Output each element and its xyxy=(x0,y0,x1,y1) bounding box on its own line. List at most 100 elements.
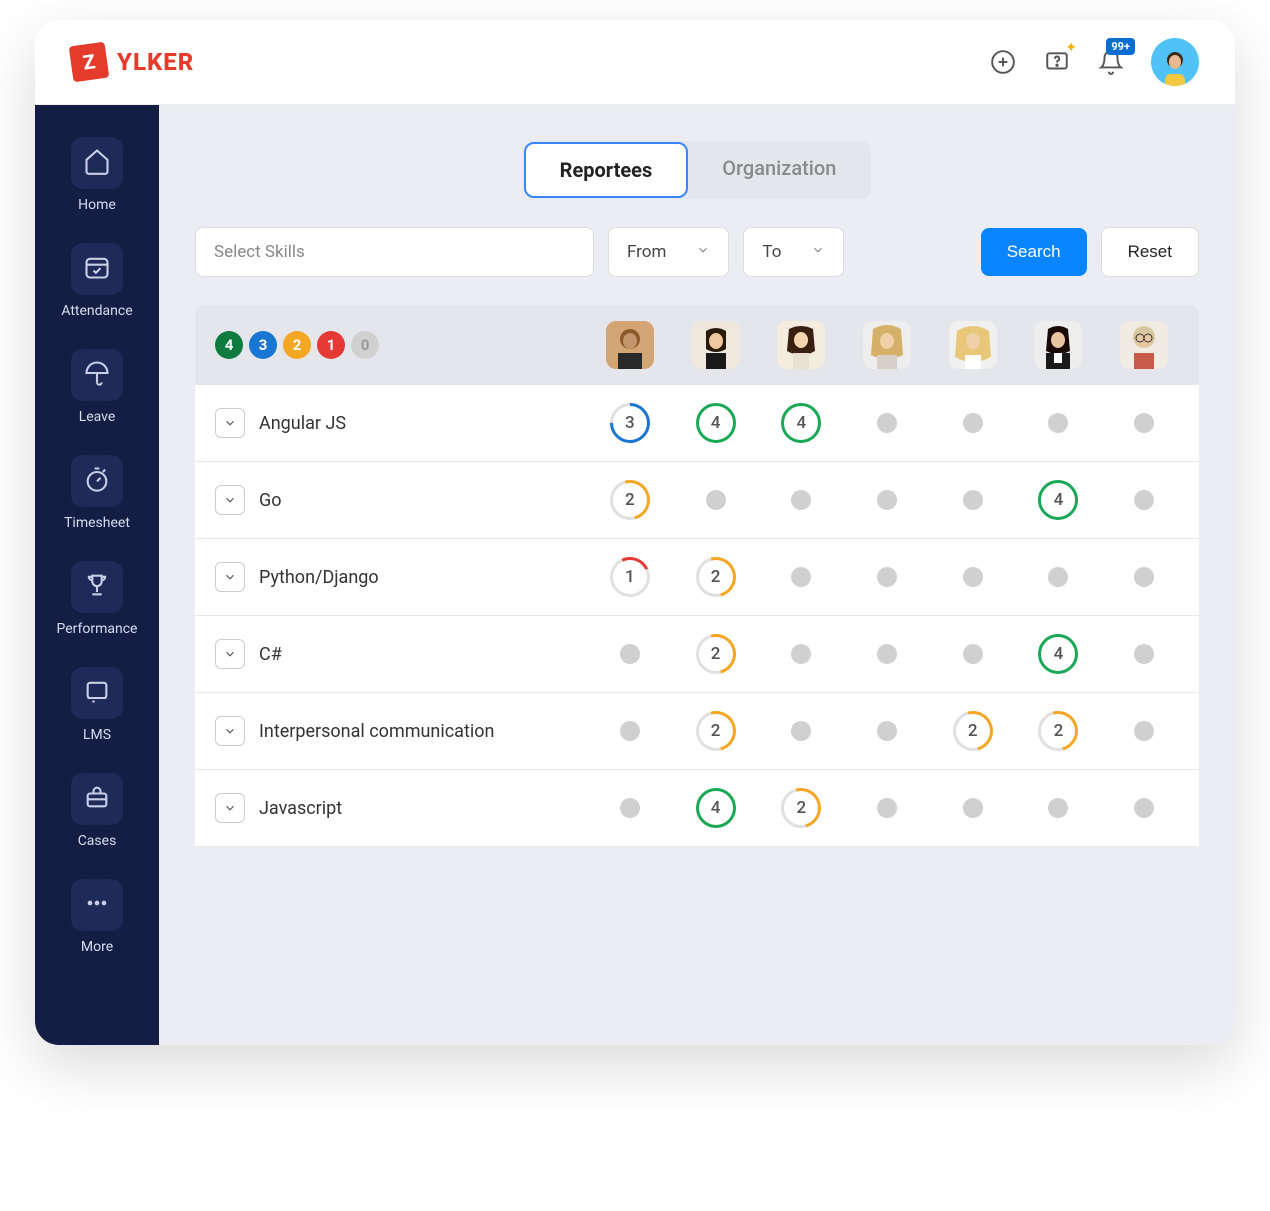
dropdown-label: From xyxy=(627,242,666,262)
empty-score-icon xyxy=(791,721,811,741)
skill-name: Python/Django xyxy=(259,567,379,588)
notifications-button[interactable]: 99+ xyxy=(1097,48,1125,76)
skill-row: Interpersonal communication222 xyxy=(195,693,1199,770)
score-cell xyxy=(1016,557,1102,597)
skill-name: Go xyxy=(259,490,282,511)
score-cell xyxy=(930,634,1016,674)
skill-name: Javascript xyxy=(259,798,342,819)
logo-badge: Z xyxy=(69,42,110,83)
empty-score-icon xyxy=(620,644,640,664)
empty-score-icon xyxy=(706,490,726,510)
score-badge: 3 xyxy=(610,403,650,443)
sidebar-item-lms[interactable]: LMS xyxy=(47,659,147,751)
user-column-header[interactable] xyxy=(844,321,930,369)
score-cell xyxy=(844,480,930,520)
expand-button[interactable] xyxy=(215,485,245,515)
score-badge: 2 xyxy=(953,711,993,751)
user-avatar xyxy=(606,321,654,369)
sidebar-item-timesheet[interactable]: Timesheet xyxy=(47,447,147,539)
user-column-header[interactable] xyxy=(1101,321,1187,369)
score-cell xyxy=(1016,788,1102,828)
search-button[interactable]: Search xyxy=(981,228,1087,276)
from-dropdown[interactable]: From xyxy=(608,227,729,277)
score-cell xyxy=(930,480,1016,520)
tab-reportees[interactable]: Reportees xyxy=(524,142,689,198)
user-column-header[interactable] xyxy=(758,321,844,369)
score-badge: 2 xyxy=(696,634,736,674)
view-tabs: Reportees Organization xyxy=(195,141,1199,199)
book-icon xyxy=(83,677,111,709)
expand-button[interactable] xyxy=(215,639,245,669)
score-cell: 3 xyxy=(587,403,673,443)
score-badge: 4 xyxy=(1038,634,1078,674)
skill-row: Angular JS344 xyxy=(195,385,1199,462)
score-cell: 2 xyxy=(673,711,759,751)
expand-button[interactable] xyxy=(215,408,245,438)
score-cell xyxy=(1101,480,1187,520)
score-cell: 1 xyxy=(587,557,673,597)
sidebar-item-performance[interactable]: Performance xyxy=(47,553,147,645)
score-cell xyxy=(844,557,930,597)
sidebar-item-attendance[interactable]: Attendance xyxy=(47,235,147,327)
empty-score-icon xyxy=(1134,567,1154,587)
umbrella-icon xyxy=(83,359,111,391)
stopwatch-icon xyxy=(83,465,111,497)
tab-organization[interactable]: Organization xyxy=(688,142,870,198)
sidebar-item-label: LMS xyxy=(83,727,111,743)
sidebar-item-more[interactable]: More xyxy=(47,871,147,963)
score-cell xyxy=(1101,403,1187,443)
score-badge: 4 xyxy=(696,403,736,443)
sidebar-item-leave[interactable]: Leave xyxy=(47,341,147,433)
score-badge: 4 xyxy=(1038,480,1078,520)
user-column-header[interactable] xyxy=(673,321,759,369)
legend-level-3: 3 xyxy=(249,331,277,359)
expand-button[interactable] xyxy=(215,793,245,823)
user-column-header[interactable] xyxy=(1016,321,1102,369)
score-cell: 4 xyxy=(758,403,844,443)
home-icon xyxy=(83,147,111,179)
dropdown-label: To xyxy=(762,242,781,262)
score-cell xyxy=(930,557,1016,597)
score-cell xyxy=(1101,634,1187,674)
score-cell: 4 xyxy=(1016,634,1102,674)
dots-icon xyxy=(83,889,111,921)
sidebar-item-label: Attendance xyxy=(61,303,132,319)
score-cell xyxy=(930,788,1016,828)
user-avatar xyxy=(949,321,997,369)
score-cell: 2 xyxy=(673,557,759,597)
expand-button[interactable] xyxy=(215,562,245,592)
sidebar-item-cases[interactable]: Cases xyxy=(47,765,147,857)
empty-score-icon xyxy=(791,490,811,510)
help-button[interactable]: ✦ xyxy=(1043,48,1071,76)
briefcase-icon xyxy=(83,783,111,815)
profile-avatar[interactable] xyxy=(1151,38,1199,86)
sparkle-icon: ✦ xyxy=(1065,40,1077,56)
legend-level-0: 0 xyxy=(351,331,379,359)
empty-score-icon xyxy=(1134,721,1154,741)
legend-level-1: 1 xyxy=(317,331,345,359)
sidebar-item-home[interactable]: Home xyxy=(47,129,147,221)
score-cell xyxy=(587,711,673,751)
sidebar-item-label: More xyxy=(81,939,113,955)
score-cell xyxy=(673,480,759,520)
add-button[interactable] xyxy=(989,48,1017,76)
user-column-header[interactable] xyxy=(587,321,673,369)
empty-score-icon xyxy=(620,798,640,818)
user-column-header[interactable] xyxy=(930,321,1016,369)
to-dropdown[interactable]: To xyxy=(743,227,844,277)
empty-score-icon xyxy=(1134,413,1154,433)
score-badge: 1 xyxy=(610,557,650,597)
empty-score-icon xyxy=(877,798,897,818)
empty-score-icon xyxy=(1134,490,1154,510)
legend-level-2: 2 xyxy=(283,331,311,359)
brand-logo: Z YLKER xyxy=(71,44,194,80)
score-cell xyxy=(587,788,673,828)
reset-button[interactable]: Reset xyxy=(1101,227,1199,277)
sidebar-item-label: Performance xyxy=(57,621,138,637)
sidebar-item-label: Timesheet xyxy=(64,515,130,531)
select-skills-dropdown[interactable]: Select Skills xyxy=(195,227,594,277)
skills-matrix-table: 4 3 2 1 0 Angular JS344Go24Python/Django… xyxy=(195,305,1199,847)
score-badge: 2 xyxy=(696,557,736,597)
empty-score-icon xyxy=(877,721,897,741)
expand-button[interactable] xyxy=(215,716,245,746)
